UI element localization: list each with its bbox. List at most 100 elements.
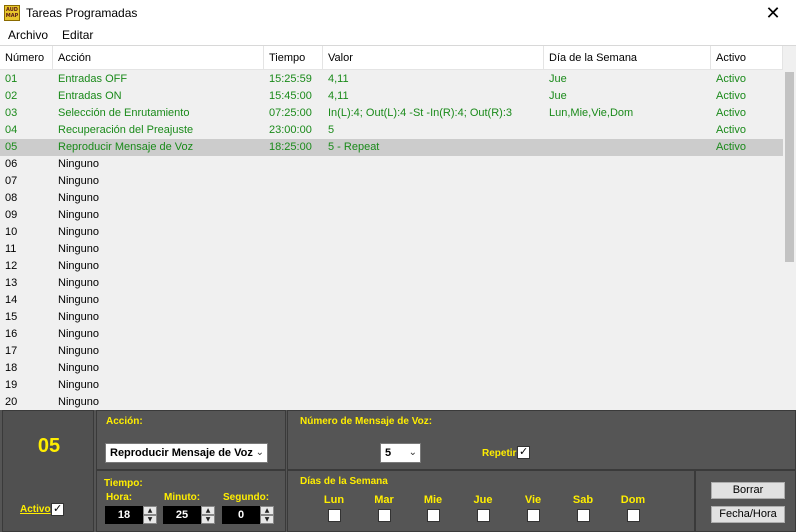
table-row[interactable]: 06 Ninguno <box>0 156 783 173</box>
borrar-button[interactable]: Borrar <box>711 482 785 499</box>
table-row[interactable]: 13 Ninguno <box>0 275 783 292</box>
spin-up-icon[interactable]: ▲ <box>201 506 215 515</box>
cell-activo <box>711 207 783 224</box>
cell-valor <box>323 326 544 343</box>
table-row[interactable]: 14 Ninguno <box>0 292 783 309</box>
spin-down-icon[interactable]: ▼ <box>201 515 215 524</box>
cell-tiempo <box>264 360 323 377</box>
day-checkbox-mie[interactable] <box>427 509 440 522</box>
cell-accion: Ninguno <box>58 226 99 238</box>
window-title: Tareas Programadas <box>26 6 138 20</box>
cell-activo <box>711 156 783 173</box>
cell-numero: 15 <box>5 311 18 323</box>
activo-checkbox[interactable] <box>51 502 64 516</box>
cell-valor <box>323 394 544 410</box>
spin-down-icon[interactable]: ▼ <box>260 515 274 524</box>
task-editor-panel: 05 Activo Acción: Reproducir Mensaje de … <box>0 410 796 532</box>
day-checkbox-dom[interactable] <box>627 509 640 522</box>
cell-accion: Selección de Enrutamiento <box>58 107 190 119</box>
cell-numero: 04 <box>5 124 18 136</box>
cell-numero: 01 <box>5 73 18 85</box>
cell-activo: Activo <box>716 124 746 136</box>
cell-numero: 09 <box>5 209 18 221</box>
accion-select[interactable]: Reproducir Mensaje de Voz ⌄ <box>105 443 268 463</box>
fecha-hora-button[interactable]: Fecha/Hora <box>711 506 785 523</box>
chevron-down-icon: ⌄ <box>255 447 264 458</box>
cell-activo <box>711 309 783 326</box>
scrollbar-thumb[interactable] <box>785 72 794 262</box>
menu-archivo[interactable]: Archivo <box>0 28 55 42</box>
cell-dia <box>544 207 711 224</box>
activo-label: Activo <box>20 504 51 515</box>
cell-accion: Ninguno <box>58 396 99 408</box>
spin-up-icon[interactable]: ▲ <box>143 506 157 515</box>
mensaje-label: Número de Mensaje de Voz: <box>300 416 433 427</box>
cell-accion: Ninguno <box>58 175 99 187</box>
cell-valor <box>323 156 544 173</box>
table-row[interactable]: 05 Reproducir Mensaje de Voz 18:25:00 5 - R… <box>0 139 783 156</box>
cell-valor <box>323 292 544 309</box>
cell-valor <box>323 190 544 207</box>
cell-numero: 13 <box>5 277 18 289</box>
cell-valor: 4,11 <box>328 90 349 102</box>
cell-activo: Activo <box>716 90 746 102</box>
vertical-scrollbar[interactable] <box>783 46 796 410</box>
day-checkbox-sab[interactable] <box>577 509 590 522</box>
cell-numero: 11 <box>5 243 17 255</box>
table-row[interactable]: 04 Recuperación del Preajuste 23:00:00 5 Act… <box>0 122 783 139</box>
cell-activo <box>711 394 783 410</box>
mensaje-select[interactable]: 5 ⌄ <box>380 443 421 463</box>
accion-select-value: Reproducir Mensaje de Voz <box>110 447 253 459</box>
cell-valor <box>323 241 544 258</box>
segundo-spinner[interactable]: 0 ▲ ▼ <box>222 506 274 524</box>
table-row[interactable]: 16 Ninguno <box>0 326 783 343</box>
cell-activo <box>711 190 783 207</box>
day-checkbox-jue[interactable] <box>477 509 490 522</box>
table-body: 01 Entradas OFF 15:25:59 4,11 Jue Activo 02 Ent… <box>0 71 783 410</box>
close-icon[interactable]: ✕ <box>750 0 796 26</box>
title-bar: AUD MAP Tareas Programadas ✕ <box>0 0 796 26</box>
table-row[interactable]: 15 Ninguno <box>0 309 783 326</box>
spin-up-icon[interactable]: ▲ <box>260 506 274 515</box>
column-header-activo[interactable]: Activo <box>711 46 783 70</box>
table-row[interactable]: 10 Ninguno <box>0 224 783 241</box>
table-row[interactable]: 12 Ninguno <box>0 258 783 275</box>
cell-valor <box>323 275 544 292</box>
minuto-value[interactable]: 25 <box>163 506 201 524</box>
column-header-accion[interactable]: Acción <box>53 46 264 70</box>
day-checkbox-lun[interactable] <box>328 509 341 522</box>
repetir-checkbox[interactable] <box>517 445 530 459</box>
day-checkbox-mar[interactable] <box>378 509 391 522</box>
cell-tiempo <box>264 377 323 394</box>
minuto-spinner[interactable]: 25 ▲ ▼ <box>163 506 215 524</box>
cell-valor: 5 <box>328 124 335 136</box>
table-row[interactable]: 20 Ninguno <box>0 394 783 410</box>
repetir-label: Repetir <box>482 448 517 459</box>
column-header-valor[interactable]: Valor <box>323 46 544 70</box>
hora-spinner[interactable]: 18 ▲ ▼ <box>105 506 157 524</box>
table-row[interactable]: 09 Ninguno <box>0 207 783 224</box>
table-row[interactable]: 17 Ninguno <box>0 343 783 360</box>
column-header-numero[interactable]: Número <box>0 46 53 70</box>
cell-activo <box>711 241 783 258</box>
hora-value[interactable]: 18 <box>105 506 143 524</box>
table-row[interactable]: 11 Ninguno <box>0 241 783 258</box>
mensaje-select-value: 5 <box>385 447 392 459</box>
segundo-value[interactable]: 0 <box>222 506 260 524</box>
table-row[interactable]: 18 Ninguno <box>0 360 783 377</box>
table-row[interactable]: 08 Ninguno <box>0 190 783 207</box>
mensaje-section: Número de Mensaje de Voz: 5 ⌄ Repetir <box>287 410 796 470</box>
cell-accion: Ninguno <box>58 362 99 374</box>
table-row[interactable]: 07 Ninguno <box>0 173 783 190</box>
table-row[interactable]: 03 Selección de Enrutamiento 07:25:00 In(L)… <box>0 105 783 122</box>
column-header-tiempo[interactable]: Tiempo <box>264 46 323 70</box>
table-row[interactable]: 02 Entradas ON 15:45:00 4,11 Jue Activo <box>0 88 783 105</box>
table-row[interactable]: 19 Ninguno <box>0 377 783 394</box>
column-header-dia[interactable]: Día de la Semana <box>544 46 711 70</box>
spin-down-icon[interactable]: ▼ <box>143 515 157 524</box>
table-row[interactable]: 01 Entradas OFF 15:25:59 4,11 Jue Activo <box>0 71 783 88</box>
day-label-lun: Lun <box>323 494 345 506</box>
day-checkbox-vie[interactable] <box>527 509 540 522</box>
cell-tiempo: 15:45:00 <box>269 90 312 102</box>
menu-editar[interactable]: Editar <box>55 28 100 42</box>
